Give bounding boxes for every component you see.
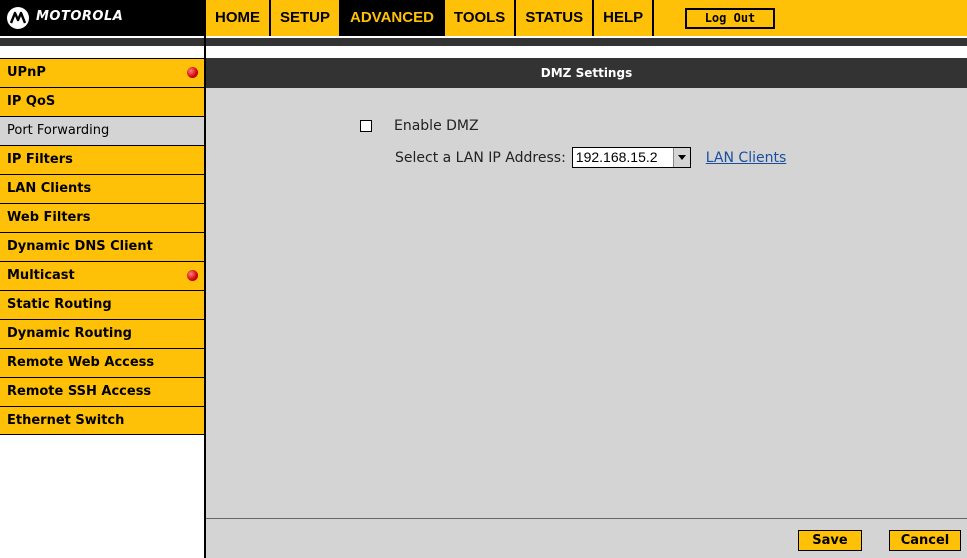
lan-ip-label: Select a LAN IP Address: <box>395 149 566 166</box>
sidebar-item-label: Ethernet Switch <box>7 413 125 428</box>
sidebar-item-label: IP QoS <box>7 94 56 109</box>
lan-clients-link[interactable]: LAN Clients <box>706 150 786 166</box>
nav-advanced[interactable]: ADVANCED <box>339 0 443 36</box>
lan-ip-select[interactable]: 192.168.15.2 <box>571 147 691 168</box>
sidebar-item-dynamic-dns-client[interactable]: Dynamic DNS Client <box>0 232 204 261</box>
sidebar-item-ip-qos[interactable]: IP QoS <box>0 87 204 116</box>
top-navigation-bar: MOTOROLA HOME SETUP ADVANCED TOOLS STATU… <box>0 0 967 36</box>
lan-ip-selected-value: 192.168.15.2 <box>575 149 658 165</box>
sidebar-item-label: Dynamic Routing <box>7 326 132 341</box>
sidebar-item-label: Remote SSH Access <box>7 384 152 399</box>
sidebar-item-remote-ssh-access[interactable]: Remote SSH Access <box>0 377 204 406</box>
logo-text: MOTOROLA <box>36 9 124 24</box>
motorola-batwing-icon <box>7 7 29 29</box>
sidebar-item-web-filters[interactable]: Web Filters <box>0 203 204 232</box>
sidebar-item-label: Remote Web Access <box>7 355 155 370</box>
sidebar-item-label: Static Routing <box>7 297 112 312</box>
nav-setup[interactable]: SETUP <box>269 0 339 36</box>
sidebar-item-label: Port Forwarding <box>7 123 110 138</box>
sidebar-item-label: UPnP <box>7 65 46 80</box>
enable-dmz-row: Enable DMZ <box>360 118 479 134</box>
nav-status[interactable]: STATUS <box>514 0 592 36</box>
sidebar-item-static-routing[interactable]: Static Routing <box>0 290 204 319</box>
sidebar-item-label: LAN Clients <box>7 181 92 196</box>
cancel-button[interactable]: Cancel <box>889 530 961 551</box>
red-dot-icon <box>187 67 198 78</box>
sidebar-item-lan-clients[interactable]: LAN Clients <box>0 174 204 203</box>
enable-dmz-label: Enable DMZ <box>394 118 479 134</box>
sidebar-item-upnp[interactable]: UPnP <box>0 58 204 87</box>
content-panel: DMZ Settings Enable DMZ Select a LAN IP … <box>206 58 967 558</box>
logout-button[interactable]: Log Out <box>685 8 775 29</box>
sidebar-item-ethernet-switch[interactable]: Ethernet Switch <box>0 406 204 435</box>
motorola-logo: MOTOROLA <box>0 0 204 36</box>
sidebar-item-label: Multicast <box>7 268 75 283</box>
chevron-down-icon[interactable] <box>672 148 690 167</box>
sidebar-menu: UPnP IP QoS Port Forwarding IP Filters L… <box>0 58 204 435</box>
header-separator-left <box>0 38 204 46</box>
enable-dmz-checkbox[interactable] <box>360 120 372 132</box>
sidebar-item-port-forwarding[interactable]: Port Forwarding <box>0 116 204 145</box>
red-dot-icon <box>187 270 198 281</box>
nav-tools[interactable]: TOOLS <box>442 0 514 36</box>
sidebar-item-label: IP Filters <box>7 152 73 167</box>
sidebar-item-label: Web Filters <box>7 210 91 225</box>
main-nav: HOME SETUP ADVANCED TOOLS STATUS HELP <box>204 0 655 36</box>
sidebar-item-label: Dynamic DNS Client <box>7 239 153 254</box>
sidebar-item-dynamic-routing[interactable]: Dynamic Routing <box>0 319 204 348</box>
sidebar-item-multicast[interactable]: Multicast <box>0 261 204 290</box>
nav-home[interactable]: HOME <box>204 0 269 36</box>
footer-divider <box>206 518 967 519</box>
nav-help[interactable]: HELP <box>592 0 655 36</box>
sidebar-item-remote-web-access[interactable]: Remote Web Access <box>0 348 204 377</box>
save-button[interactable]: Save <box>798 530 862 551</box>
lan-ip-row: Select a LAN IP Address: 192.168.15.2 LA… <box>395 147 786 168</box>
sidebar-item-ip-filters[interactable]: IP Filters <box>0 145 204 174</box>
panel-title: DMZ Settings <box>206 58 967 88</box>
header-separator-right <box>206 38 967 46</box>
